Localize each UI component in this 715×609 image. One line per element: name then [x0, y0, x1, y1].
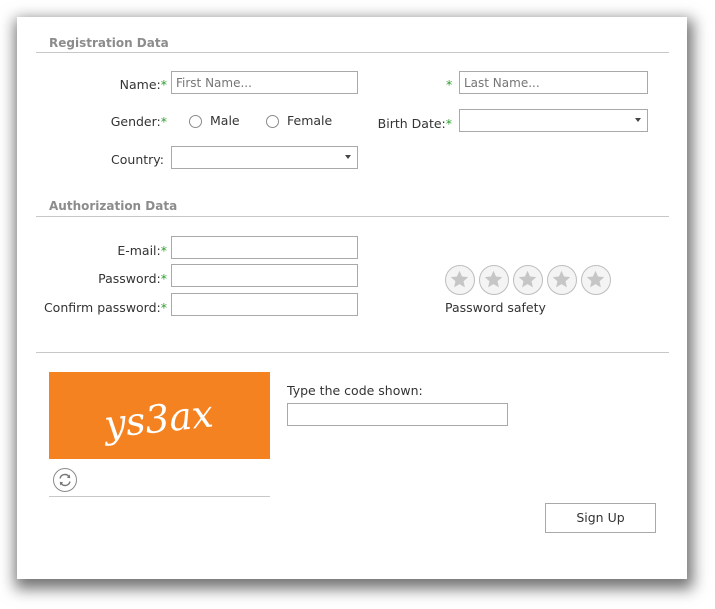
- captcha-code-text: ys3ax: [100, 391, 215, 446]
- gender-label: Gender:*: [110, 114, 167, 129]
- confirm-password-label: Confirm password:*: [43, 300, 167, 315]
- authorization-divider: [36, 216, 669, 217]
- first-name-input[interactable]: [171, 71, 358, 94]
- star-icon: [581, 265, 611, 295]
- gender-female-radio[interactable]: [266, 115, 279, 128]
- birth-date-dropdown[interactable]: [459, 109, 648, 132]
- country-label: Country:: [111, 152, 164, 167]
- refresh-icon[interactable]: [53, 468, 77, 492]
- registration-section-title: Registration Data: [49, 36, 169, 50]
- star-icon: [479, 265, 509, 295]
- country-dropdown[interactable]: [171, 146, 358, 169]
- password-safety-rating: [445, 265, 617, 297]
- authorization-section-title: Authorization Data: [49, 199, 178, 213]
- confirm-password-input[interactable]: [171, 293, 358, 316]
- chevron-down-icon: [635, 118, 641, 122]
- gender-female-label[interactable]: Female: [287, 113, 332, 128]
- last-name-required-mark: *: [446, 77, 453, 92]
- gender-male-radio[interactable]: [189, 115, 202, 128]
- registration-form: Registration Data Name:* * Gender:* Male…: [17, 17, 687, 579]
- captcha-code-graphic: ys3ax: [100, 391, 215, 446]
- captcha-image: ys3ax: [49, 372, 270, 459]
- star-icon: [445, 265, 475, 295]
- birth-date-label: Birth Date:*: [377, 116, 452, 131]
- chevron-down-icon: [345, 155, 351, 159]
- captcha-divider: [36, 352, 669, 353]
- password-safety-label: Password safety: [445, 300, 546, 315]
- sign-up-button[interactable]: Sign Up: [545, 503, 656, 533]
- star-icon: [547, 265, 577, 295]
- registration-divider: [36, 52, 669, 53]
- gender-male-label[interactable]: Male: [210, 113, 240, 128]
- email-label: E-mail:*: [117, 243, 167, 258]
- last-name-input[interactable]: [459, 71, 648, 94]
- captcha-underline: [49, 496, 270, 497]
- name-label: Name:*: [119, 77, 167, 92]
- captcha-prompt-label: Type the code shown:: [287, 383, 423, 398]
- captcha-code-input[interactable]: [287, 403, 508, 426]
- password-label: Password:*: [98, 271, 167, 286]
- star-icon: [513, 265, 543, 295]
- password-input[interactable]: [171, 264, 358, 287]
- email-input[interactable]: [171, 236, 358, 259]
